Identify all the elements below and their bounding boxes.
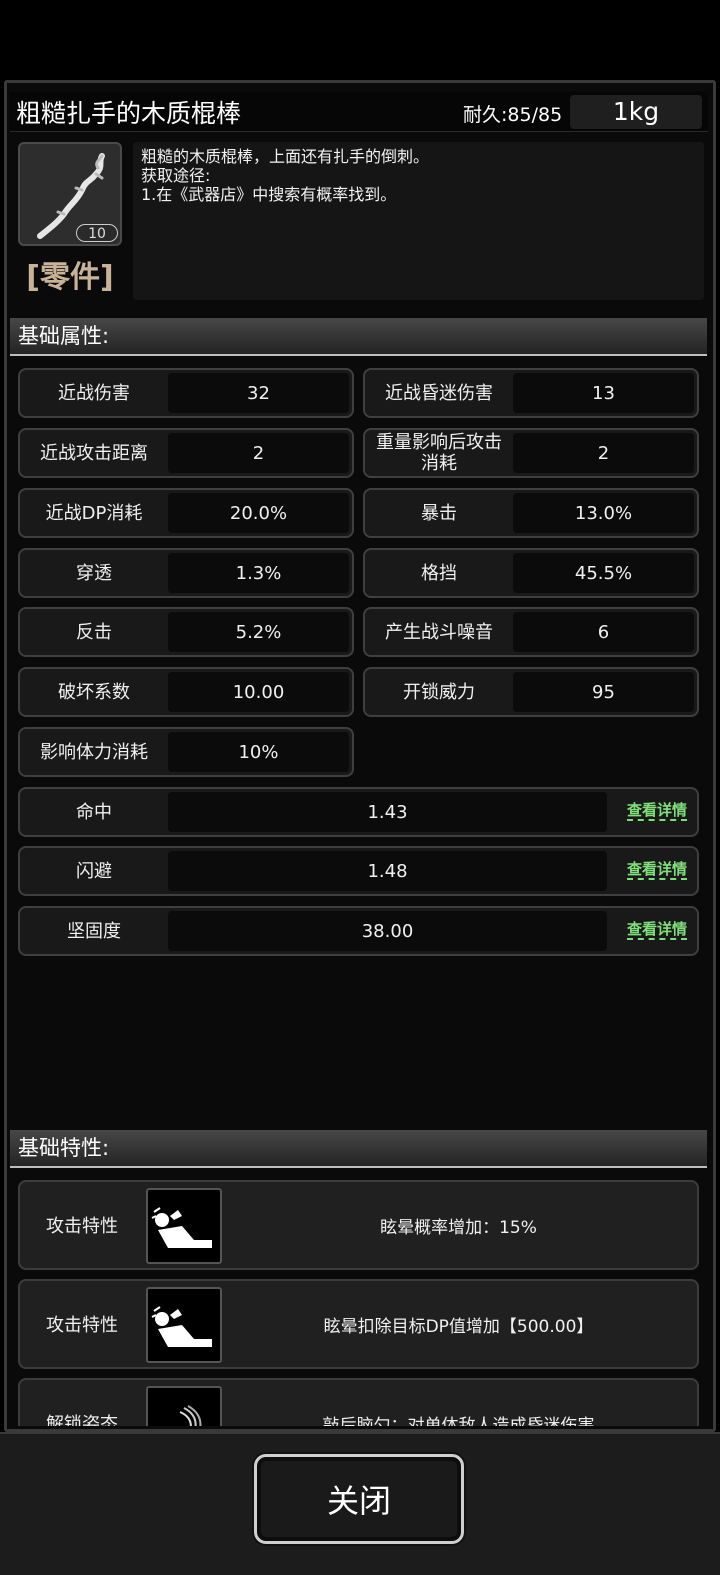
stat-melee-damage: 近战伤害 32 — [18, 368, 354, 418]
stat-value: 10.00 — [168, 672, 349, 712]
item-description: 粗糙的木质棍棒，上面还有扎手的倒刺。 获取途径: 1.在《武器店》中搜索有概率找… — [133, 142, 704, 300]
stat-value: 20.0% — [168, 493, 349, 533]
stat-stamina-cost: 影响体力消耗 10% — [18, 727, 354, 777]
stat-label: 破坏系数 — [58, 681, 130, 703]
view-details-link[interactable]: 查看详情 — [626, 860, 687, 880]
trait-row: 攻击特性 眩晕扣除目标DP值增加【500.00】 — [18, 1279, 699, 1369]
stat-lockpick-power: 开锁威力 95 — [363, 667, 699, 717]
basic-attributes-header: 基础属性: — [10, 318, 707, 356]
stat-label: 近战攻击距离 — [40, 442, 148, 464]
stat-melee-stun-damage: 近战昏迷伤害 13 — [363, 368, 699, 418]
trait-row: 解锁姿态 敲后脑勺：对单体敌人造成昏迷伤害 — [18, 1378, 699, 1426]
trait-label: 攻击特性 — [46, 1216, 118, 1237]
basic-traits-header: 基础特性: — [10, 1130, 707, 1168]
stat-label: 开锁威力 — [403, 681, 475, 703]
stat-value: 95 — [513, 672, 694, 712]
stat-value: 2 — [168, 433, 349, 473]
stat-label: 穿透 — [76, 562, 112, 584]
view-details-link[interactable]: 查看详情 — [626, 801, 687, 821]
trait-description: 敲后脑勺：对单体敌人造成昏迷伤害 — [322, 1415, 595, 1427]
trait-label: 解锁姿态 — [46, 1414, 118, 1426]
description-line: 粗糙的木质棍棒，上面还有扎手的倒刺。 — [141, 147, 430, 166]
stat-block: 格挡 45.5% — [363, 548, 699, 598]
stat-value: 13 — [513, 373, 694, 413]
stat-label: 暴击 — [421, 502, 457, 524]
trait-label: 攻击特性 — [46, 1315, 118, 1336]
stat-evasion: 闪避 1.48 查看详情 — [18, 846, 699, 896]
item-category: [零件] — [26, 260, 114, 295]
trait-row: 攻击特性 眩晕概率增加：15% — [18, 1180, 699, 1270]
view-details-link[interactable]: 查看详情 — [626, 920, 687, 940]
stat-durability: 坚固度 38.00 查看详情 — [18, 906, 699, 956]
weight-value: 1kg — [570, 95, 702, 129]
stat-value: 10% — [168, 732, 349, 772]
stat-label: 重量影响后攻击 消耗 — [376, 432, 502, 474]
stat-value: 6 — [513, 612, 694, 652]
stat-counter: 反击 5.2% — [18, 607, 354, 657]
stat-value: 5.2% — [168, 612, 349, 652]
description-line: 1.在《武器店》中搜索有概率找到。 — [141, 185, 397, 204]
description-line: 获取途径: — [141, 166, 211, 185]
stat-label: 坚固度 — [67, 920, 121, 942]
stat-value: 1.3% — [168, 553, 349, 593]
traits-list[interactable]: 攻击特性 眩晕概率增加：15% 攻击特性 眩晕扣除目标DP值增加【500.00】… — [10, 1176, 708, 1426]
item-name: 粗糙扎手的木质棍棒 — [16, 99, 242, 128]
stat-label: 产生战斗噪音 — [385, 621, 493, 643]
stat-label: 近战伤害 — [58, 382, 130, 404]
stat-value: 45.5% — [513, 553, 694, 593]
stat-weight-attack-cost: 重量影响后攻击 消耗 2 — [363, 428, 699, 478]
stat-label: 影响体力消耗 — [40, 741, 148, 763]
item-quantity-badge: 10 — [76, 224, 118, 242]
stat-label: 近战DP消耗 — [45, 502, 143, 524]
stat-value: 13.0% — [513, 493, 694, 533]
stat-value: 1.48 — [168, 851, 607, 891]
durability-label: 耐久:85/85 — [463, 104, 563, 126]
stat-destruction-factor: 破坏系数 10.00 — [18, 667, 354, 717]
stat-value: 32 — [168, 373, 349, 413]
stat-label: 格挡 — [421, 562, 457, 584]
close-button[interactable]: 关闭 — [254, 1454, 464, 1544]
stat-combat-noise: 产生战斗噪音 6 — [363, 607, 699, 657]
stat-value: 2 — [513, 433, 694, 473]
stat-label: 命中 — [76, 801, 112, 823]
knockdown-figure-icon — [146, 1188, 222, 1264]
stat-label: 近战昏迷伤害 — [385, 382, 493, 404]
stat-accuracy: 命中 1.43 查看详情 — [18, 787, 699, 837]
stat-melee-range: 近战攻击距离 2 — [18, 428, 354, 478]
swing-strike-icon — [146, 1386, 222, 1426]
stat-value: 1.43 — [168, 792, 607, 832]
stat-critical: 暴击 13.0% — [363, 488, 699, 538]
trait-description: 眩晕扣除目标DP值增加【500.00】 — [323, 1316, 594, 1337]
stat-label: 反击 — [76, 621, 112, 643]
knockdown-figure-icon — [146, 1287, 222, 1363]
trait-description: 眩晕概率增加：15% — [380, 1217, 537, 1238]
stat-value: 38.00 — [168, 911, 607, 951]
stat-penetration: 穿透 1.3% — [18, 548, 354, 598]
stat-label: 闪避 — [76, 860, 112, 882]
stat-melee-dp-cost: 近战DP消耗 20.0% — [18, 488, 354, 538]
